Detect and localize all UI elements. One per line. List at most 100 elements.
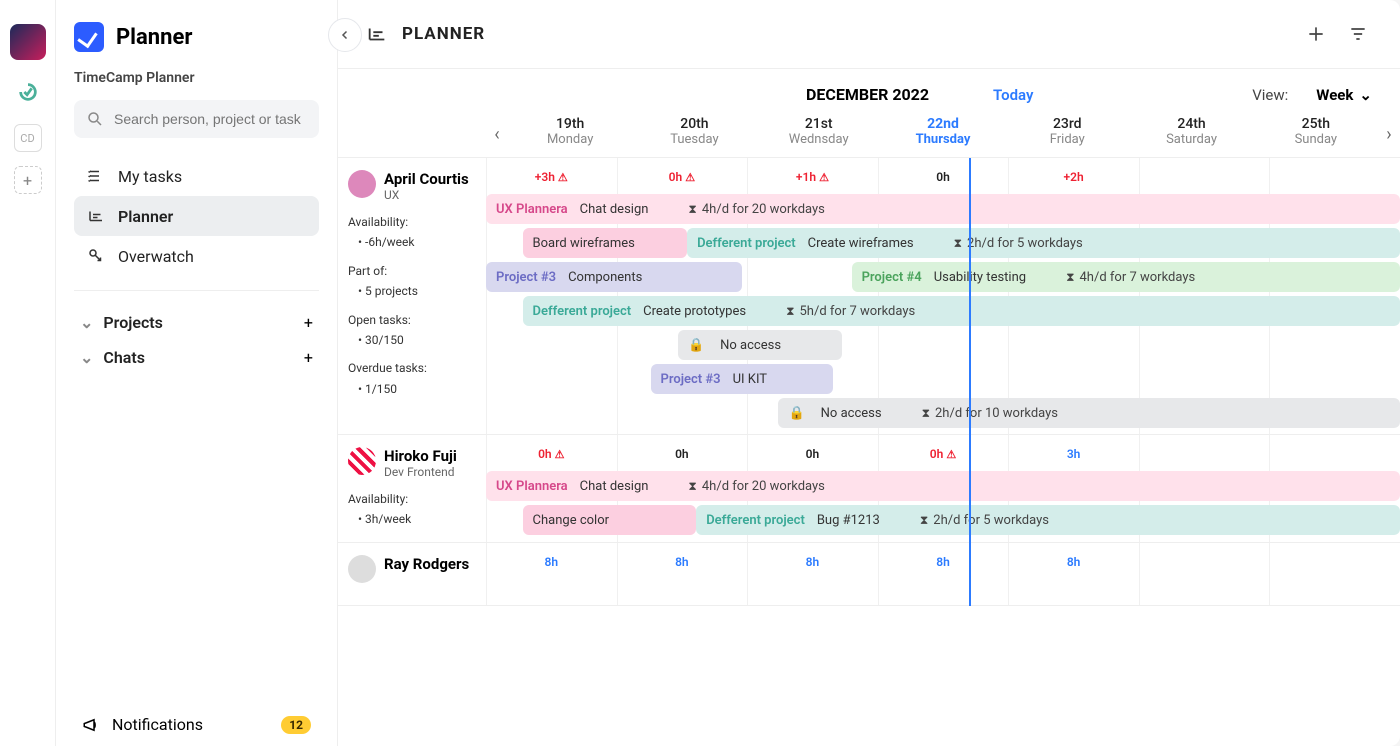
hourglass-icon: ⧗ <box>922 406 930 421</box>
task-name: No access <box>720 338 781 353</box>
chevron-left-icon <box>339 29 351 41</box>
task-bar[interactable]: Defferent project Create wireframes ⧗2h/d … <box>687 228 1400 258</box>
notifications-badge: 12 <box>281 716 311 734</box>
task-project: Defferent project <box>697 236 796 251</box>
day-column: 21stWednsday <box>757 112 881 157</box>
task-bar[interactable]: Defferent projectBug #1213⧗2h/d for 5 wo… <box>696 505 1400 535</box>
person-row: Ray Rodgers 8h8h8h8h8h <box>338 543 1400 606</box>
main: PLANNER DECEMBER 2022 Today View: Week⌄ … <box>338 0 1400 746</box>
task-bar[interactable]: Project #3UI KIT <box>651 364 834 394</box>
planner-rows: April CourtisUXAvailability:• -6h/weekPa… <box>338 158 1400 606</box>
hourglass-icon: ⧗ <box>1066 270 1074 285</box>
task-name: UI KIT <box>733 372 767 387</box>
add-button[interactable] <box>1302 20 1330 48</box>
section-chats[interactable]: ⌄ Chats + <box>74 340 319 375</box>
person-role: UX <box>384 188 469 202</box>
app-timecamp-icon[interactable] <box>10 74 46 110</box>
megaphone-icon <box>82 716 100 734</box>
filter-button[interactable] <box>1344 20 1372 48</box>
section-label: Chats <box>103 348 145 367</box>
task-project: Project #4 <box>862 270 922 285</box>
task-allocation: ⧗4h/d for 7 workdays <box>1066 270 1195 285</box>
nav-my-tasks[interactable]: My tasks <box>74 156 319 196</box>
next-week-button[interactable]: › <box>1378 124 1400 145</box>
day-column: 24thSaturday <box>1129 112 1253 157</box>
lock-icon: 🔒 <box>688 338 704 353</box>
nav-planner[interactable]: Planner <box>74 196 319 236</box>
chevron-down-icon: ⌄ <box>80 348 93 367</box>
day-column: 22ndThursday <box>881 112 1005 157</box>
notifications-label: Notifications <box>112 715 203 734</box>
add-chat-button[interactable]: + <box>304 348 313 367</box>
task-bar[interactable]: Change color <box>523 505 697 535</box>
divider <box>74 290 319 291</box>
brand-logo-icon <box>74 22 104 52</box>
now-line <box>969 158 971 606</box>
person-role: Dev Frontend <box>384 465 457 479</box>
task-allocation: ⧗5h/d for 7 workdays <box>786 304 915 319</box>
search-icon <box>86 110 104 128</box>
notifications[interactable]: Notifications 12 <box>74 703 319 746</box>
view-label: View: <box>1252 86 1288 104</box>
calendar-header: DECEMBER 2022 Today View: Week⌄ <box>338 69 1400 112</box>
planner-grid: ‹ 19thMonday20thTuesday21stWednsday22ndT… <box>338 112 1400 746</box>
hourglass-icon: ⧗ <box>954 236 962 251</box>
prev-week-button[interactable]: ‹ <box>486 124 508 145</box>
person-name: Ray Rodgers <box>384 555 469 573</box>
task-bar[interactable]: UX PlanneraChat design⧗4h/d for 20 workd… <box>486 471 1400 501</box>
task-project: Project #3 <box>496 270 556 285</box>
task-bar[interactable]: Defferent projectCreate prototypes⧗5h/d … <box>523 296 1400 326</box>
nav-overwatch[interactable]: Overwatch <box>74 236 319 276</box>
section-label: Projects <box>103 313 163 332</box>
brand: Planner <box>74 22 319 52</box>
nav-label: My tasks <box>118 167 182 186</box>
person-lanes: 0h⚠0h0h0h⚠3hUX PlanneraChat design⧗4h/d … <box>486 435 1400 542</box>
person-lanes: 8h8h8h8h8h <box>486 543 1400 605</box>
workspace-name: TimeCamp Planner <box>74 70 319 86</box>
day-header: ‹ 19thMonday20thTuesday21stWednsday22ndT… <box>338 112 1400 158</box>
hourglass-icon: ⧗ <box>688 479 696 494</box>
add-app-button[interactable]: + <box>14 166 42 194</box>
task-bar[interactable]: Project #3 Components <box>486 262 742 292</box>
hourglass-icon: ⧗ <box>688 202 696 217</box>
task-name: Components <box>568 270 642 285</box>
task-name: No access <box>821 406 882 421</box>
person-info: April CourtisUXAvailability:• -6h/weekPa… <box>338 158 486 434</box>
person-lanes: +3h⚠0h⚠+1h⚠0h+2hUX PlanneraChat design⧗4… <box>486 158 1400 434</box>
task-name: Board wireframes <box>533 236 635 251</box>
person-name: April Courtis <box>384 170 469 188</box>
task-allocation: ⧗2h/d for 5 workdays <box>954 236 1083 251</box>
planner-icon <box>86 206 106 226</box>
task-bar[interactable]: Board wireframes <box>523 228 688 258</box>
app-cd-badge[interactable]: CD <box>14 124 42 152</box>
nav-label: Planner <box>118 207 173 226</box>
task-name: Usability testing <box>934 270 1026 285</box>
today-button[interactable]: Today <box>993 86 1033 104</box>
person-row: April CourtisUXAvailability:• -6h/weekPa… <box>338 158 1400 435</box>
app-target-icon[interactable] <box>10 24 46 60</box>
view-value: Week <box>1316 86 1353 104</box>
task-name: Create wireframes <box>808 236 914 251</box>
page-title: PLANNER <box>402 24 485 44</box>
add-project-button[interactable]: + <box>304 313 313 332</box>
task-bar[interactable]: UX PlanneraChat design⧗4h/d for 20 workd… <box>486 194 1400 224</box>
app-rail: CD + <box>0 0 56 746</box>
hourglass-icon: ⧗ <box>920 513 928 528</box>
task-project: UX Plannera <box>496 202 568 217</box>
task-allocation: ⧗2h/d for 10 workdays <box>922 406 1058 421</box>
task-name: Chat design <box>580 202 649 217</box>
person-name: Hiroko Fuji <box>384 447 457 465</box>
search-field[interactable] <box>114 111 307 127</box>
tasks-icon <box>86 166 106 186</box>
overwatch-icon <box>86 246 106 266</box>
task-project: Defferent project <box>706 513 805 528</box>
collapse-sidebar-button[interactable] <box>328 18 362 52</box>
task-bar[interactable]: 🔒No access⧗2h/d for 10 workdays <box>778 398 1400 428</box>
task-bar[interactable]: Project #4 Usability testing ⧗4h/d for 7 w… <box>852 262 1400 292</box>
view-select[interactable]: Week⌄ <box>1316 86 1372 104</box>
search-input[interactable] <box>74 100 319 138</box>
task-bar[interactable]: 🔒 No access <box>678 330 843 360</box>
section-projects[interactable]: ⌄Projects + <box>74 305 319 340</box>
nav-label: Overwatch <box>118 247 194 266</box>
avatar <box>348 555 376 583</box>
